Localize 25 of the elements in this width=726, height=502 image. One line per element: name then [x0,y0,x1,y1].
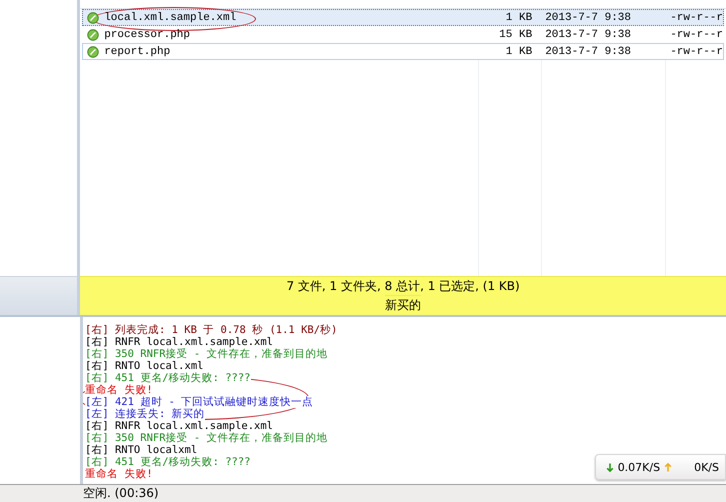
file-icon [87,12,100,24]
file-date: 2013-7-7 9:38 [544,46,632,58]
file-size: 1 KB [504,46,534,58]
upload-speed: 0K/S [694,460,719,474]
file-row[interactable]: processor.php 15 KB 2013-7-7 9:38 -rw-r--r [82,26,724,43]
file-name: processor.php [104,28,190,40]
summary-counts: 7 文件, 1 文件夹, 8 总计, 1 已选定, (1 KB) [286,278,520,296]
download-speed: 0.07K/S [618,460,660,474]
status-text: 空闲. (00:36) [83,485,159,502]
file-date: 2013-7-7 9:38 [544,28,632,40]
file-permissions: -rw-r--r [669,12,723,24]
file-size: 1 KB [504,12,534,24]
upload-arrow-icon [664,462,672,472]
file-permissions: -rw-r--r [669,28,723,40]
file-row[interactable]: local.xml.sample.xml 1 KB 2013-7-7 9:38 -rw-r--r [82,9,724,26]
download-arrow-icon [606,462,614,472]
file-name: report.php [104,46,170,58]
file-row[interactable]: report.php 1 KB 2013-7-7 9:38 -rw-r--r [82,43,724,60]
file-icon [87,28,100,40]
folder-name: 新买的 [385,295,422,314]
file-size: 15 KB [498,28,534,40]
file-permissions: -rw-r--r [669,46,723,58]
file-icon [87,46,100,58]
file-date: 2013-7-7 9:38 [544,12,632,24]
file-name: local.xml.sample.xml [104,12,236,24]
